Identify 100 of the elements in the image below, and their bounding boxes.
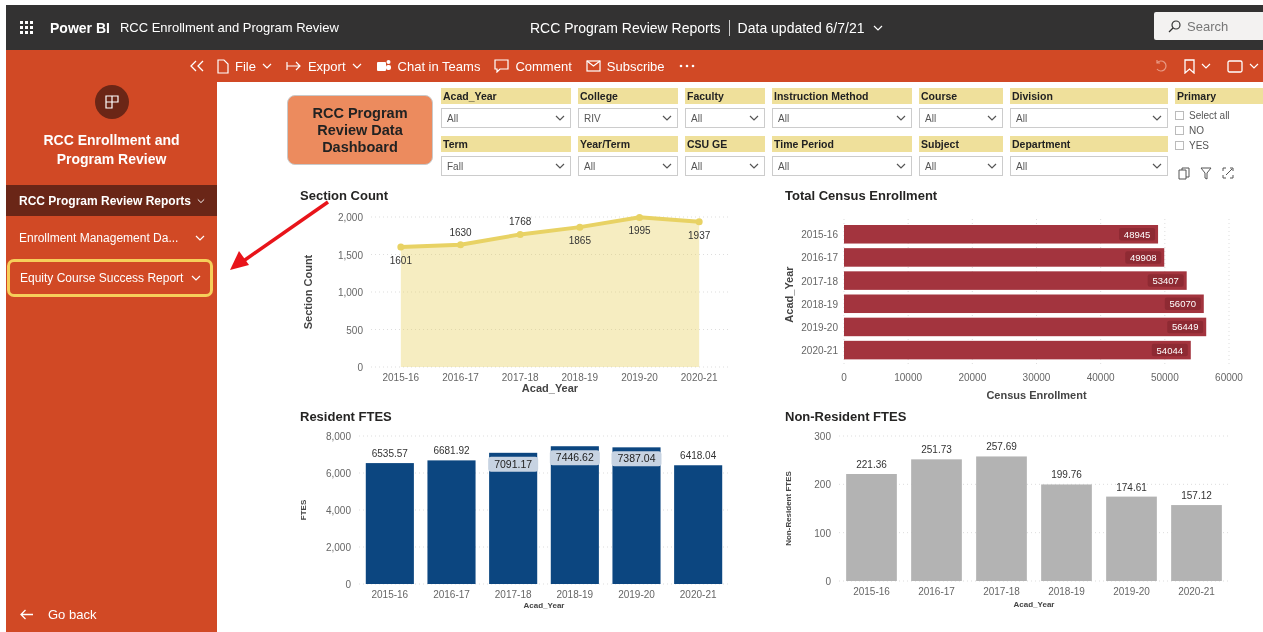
- report-title: RCC Program Review Reports: [530, 19, 721, 36]
- chevron-icon: [749, 163, 759, 169]
- more-icon[interactable]: [678, 64, 695, 68]
- report-name: RCC Enrollment and Program Review: [119, 20, 339, 35]
- dropdown[interactable]: All: [685, 108, 765, 128]
- axis-tick-label: 200: [814, 479, 831, 491]
- view-icon: [1227, 59, 1243, 73]
- dropdown[interactable]: All: [919, 156, 1003, 176]
- axis-title: Acad_Year: [523, 601, 565, 610]
- report-name: RCC Enrollment and Program Review: [42, 131, 181, 169]
- axis-tick-label: 2020-21: [679, 589, 717, 600]
- slicer-label: Department: [1010, 136, 1168, 152]
- axis-title: Acad_Year: [783, 266, 795, 323]
- toolbar-button[interactable]: Chat in Teams: [375, 58, 481, 74]
- axis-tick-label: 2020-21: [1178, 586, 1215, 597]
- app-launcher-icon[interactable]: [20, 20, 34, 35]
- chevron-icon: [987, 163, 997, 169]
- menu-button[interactable]: Export: [285, 58, 362, 74]
- bookmark-icon: [1184, 58, 1195, 74]
- axis-tick-label: 2019-20: [801, 321, 838, 333]
- axis-tick-label: 2018-19: [556, 589, 594, 600]
- slicer-label: CSU GE: [685, 136, 765, 152]
- toolbar-button[interactable]: Subscribe: [585, 58, 665, 74]
- data-label: 7387.04: [617, 452, 656, 465]
- go-back-link[interactable]: Go back: [6, 607, 217, 622]
- slicer-label: Year/Term: [578, 136, 678, 152]
- slicer-label: Division: [1010, 88, 1168, 104]
- data-updated-text: Data updated 6/7/21: [737, 19, 865, 36]
- dropdown[interactable]: All: [772, 108, 912, 128]
- axis-tick-label: 2015-16: [853, 586, 890, 597]
- axis-tick-label: 30000: [1022, 372, 1051, 383]
- dropdown[interactable]: All: [1010, 108, 1168, 128]
- caret-icon: [261, 63, 272, 69]
- view-button[interactable]: [1227, 59, 1259, 73]
- chart-title: Non-Resident FTES: [784, 408, 908, 426]
- mail-icon: [585, 60, 601, 72]
- data-point: [695, 218, 703, 226]
- axis-title: Census Enrollment: [986, 389, 1087, 401]
- dropdown[interactable]: All: [685, 156, 765, 176]
- checkbox-option[interactable]: YES: [1175, 138, 1263, 153]
- chevron-icon: [662, 115, 672, 121]
- page-item[interactable]: Enrollment Management Da...: [6, 222, 217, 253]
- axis-tick-label: 2015-16: [371, 589, 409, 600]
- chart-title: Section Count: [299, 187, 390, 205]
- data-label: 48945: [1123, 228, 1151, 240]
- data-label: 56070: [1169, 298, 1196, 310]
- focus-icon[interactable]: [1222, 167, 1234, 179]
- data-label: 6681.92: [433, 445, 470, 457]
- export-arrow-icon: [285, 60, 302, 72]
- dropdown[interactable]: All: [919, 108, 1003, 128]
- axis-tick-label: 2016-17: [433, 589, 470, 600]
- report-icon: [104, 95, 119, 109]
- data-label: 1865: [568, 235, 591, 247]
- axis-tick-label: 40000: [1086, 372, 1115, 383]
- caret-icon: [1249, 63, 1259, 69]
- data-point: [457, 241, 464, 249]
- axis-tick-label: 0: [357, 362, 363, 373]
- axis-tick-label: 1,000: [337, 287, 363, 298]
- copy-icon[interactable]: [1178, 167, 1190, 180]
- data-point: [397, 243, 405, 251]
- chevron-icon: [1152, 163, 1162, 169]
- collapse-icon[interactable]: [189, 60, 205, 72]
- axis-tick-label: 0: [841, 372, 847, 383]
- caret-icon: [351, 63, 362, 69]
- filter-icon[interactable]: [1200, 167, 1212, 180]
- data-point: [516, 230, 524, 238]
- dropdown[interactable]: All: [578, 156, 678, 176]
- axis-tick-label: 2017-18: [801, 275, 838, 287]
- data-label: 157.12: [1181, 490, 1212, 502]
- toolbar-button[interactable]: Comment: [494, 58, 572, 74]
- page-item[interactable]: Equity Course Success Report: [7, 259, 213, 297]
- axis-tick-label: 500: [346, 324, 363, 336]
- axis-tick-label: 2017-18: [494, 589, 532, 600]
- axis-tick-label: 100: [814, 527, 831, 539]
- chevron-icon: [896, 115, 906, 121]
- dropdown[interactable]: RIV: [578, 108, 678, 128]
- slicer-label: Term: [441, 136, 571, 152]
- chevron-icon: [872, 24, 883, 31]
- dropdown[interactable]: All: [1010, 156, 1168, 176]
- data-label: 221.36: [856, 459, 887, 470]
- axis-tick-label: 6,000: [325, 468, 351, 479]
- dropdown[interactable]: All: [441, 108, 571, 128]
- dropdown[interactable]: All: [772, 156, 912, 176]
- chevron-icon: [749, 115, 759, 121]
- axis-tick-label: 2,000: [337, 212, 363, 223]
- axis-tick-label: 10000: [894, 372, 923, 383]
- dashboard-title: RCC Program Review Data Dashboard: [287, 95, 433, 165]
- axis-tick-label: 2019-20: [1113, 586, 1150, 597]
- data-label: 53407: [1147, 274, 1184, 287]
- checkbox-option[interactable]: Select all: [1175, 108, 1263, 123]
- checkbox-option[interactable]: NO: [1175, 123, 1263, 138]
- page-item[interactable]: RCC Program Review Reports: [6, 185, 217, 216]
- bookmark-button[interactable]: [1184, 58, 1211, 74]
- menu-button[interactable]: File: [217, 58, 272, 74]
- search-field[interactable]: Search: [1154, 12, 1263, 40]
- document-icon: [217, 58, 229, 74]
- dropdown[interactable]: Fall: [441, 156, 571, 176]
- chevron-icon: [1152, 115, 1162, 121]
- axis-tick-label: 0: [345, 579, 351, 590]
- data-label: 1601: [389, 254, 412, 266]
